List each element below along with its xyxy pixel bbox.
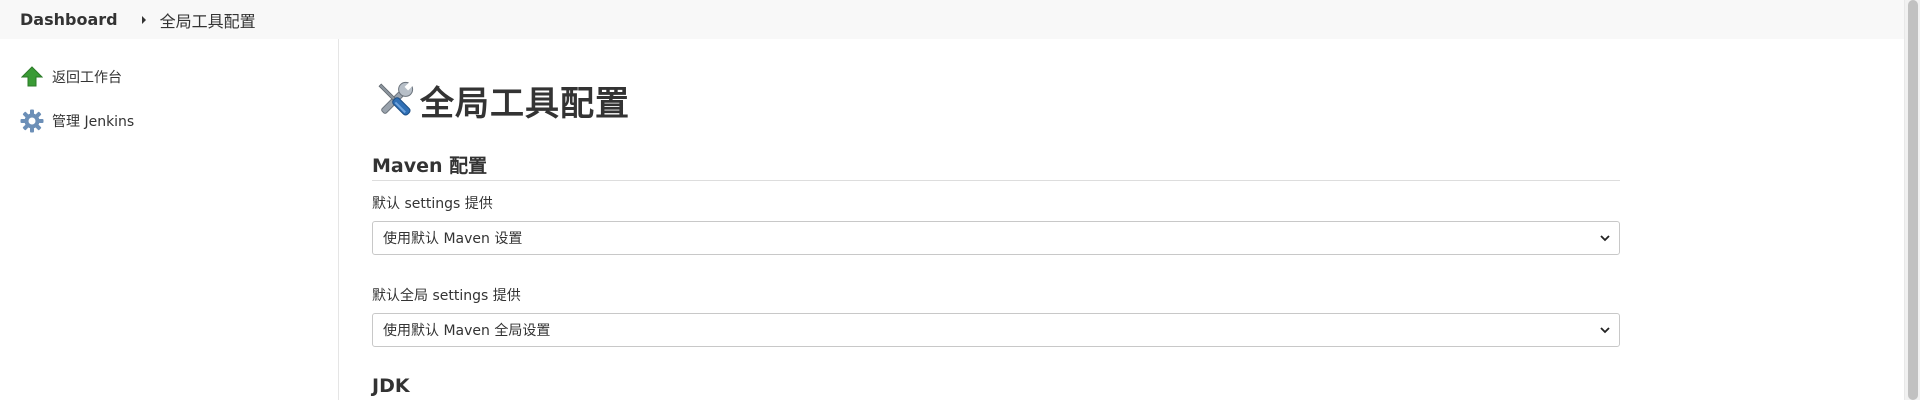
section-heading-jdk: JDK (372, 375, 410, 397)
up-arrow-icon (20, 65, 44, 89)
page-title: 全局工具配置 (372, 77, 630, 124)
gear-icon (20, 109, 44, 133)
field-label-settings: 默认 settings 提供 (372, 196, 493, 212)
section-heading-maven: Maven 配置 (372, 151, 1620, 181)
page-title-text: 全局工具配置 (420, 83, 630, 124)
breadcrumb-current[interactable]: 全局工具配置 (160, 8, 256, 32)
settings-provider-value: 使用默认 Maven 设置 (383, 231, 523, 247)
tools-icon (372, 77, 418, 123)
field-label-global-settings: 默认全局 settings 提供 (372, 288, 521, 304)
vertical-scrollbar[interactable] (1904, 0, 1920, 400)
breadcrumb-dashboard-link[interactable]: Dashboard (20, 10, 118, 29)
sidebar-item-manage-jenkins[interactable]: 管理 Jenkins (20, 108, 134, 134)
scrollbar-thumb[interactable] (1908, 0, 1918, 400)
breadcrumb-chevron-icon[interactable] (141, 15, 146, 24)
breadcrumb: Dashboard 全局工具配置 (0, 0, 1904, 39)
global-settings-provider-value: 使用默认 Maven 全局设置 (383, 323, 551, 339)
chevron-down-icon (1600, 235, 1610, 242)
global-settings-provider-select[interactable]: 使用默认 Maven 全局设置 (372, 313, 1620, 347)
sidebar-item-back-to-dashboard[interactable]: 返回工作台 (20, 64, 122, 90)
sidebar: 返回工作台 管理 Jenkins (0, 39, 339, 400)
chevron-down-icon (1600, 327, 1610, 334)
sidebar-item-label: 管理 Jenkins (52, 114, 135, 130)
sidebar-item-label: 返回工作台 (52, 70, 122, 86)
main-content: 全局工具配置 Maven 配置 默认 settings 提供 使用默认 Mave… (372, 39, 1622, 400)
settings-provider-select[interactable]: 使用默认 Maven 设置 (372, 221, 1620, 255)
